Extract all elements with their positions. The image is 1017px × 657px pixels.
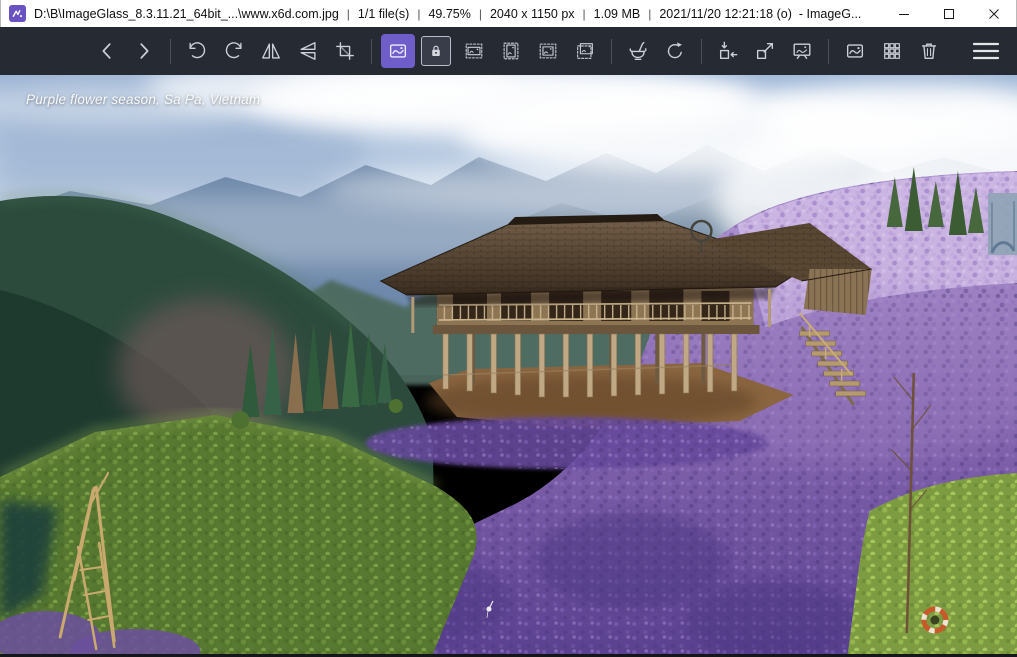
window-title: D:\B\ImageGlass_8.3.11.21_64bit_...\www.… xyxy=(34,7,861,21)
refresh-button[interactable] xyxy=(658,34,692,68)
rotate-right-button[interactable] xyxy=(217,34,251,68)
maximize-button[interactable] xyxy=(926,0,971,27)
auto-zoom-button[interactable] xyxy=(381,34,415,68)
crop-button[interactable] xyxy=(328,34,362,68)
full-screen-button[interactable] xyxy=(748,34,782,68)
toolbar xyxy=(0,27,1017,75)
toolbar-separator xyxy=(611,39,612,64)
scale-to-fill-button[interactable] xyxy=(568,34,602,68)
imageglass-window: D:\B\ImageGlass_8.3.11.21_64bit_...\www.… xyxy=(0,0,1017,657)
flip-vertical-button[interactable] xyxy=(291,34,325,68)
main-menu-button[interactable] xyxy=(969,34,1003,68)
toolbar-separator xyxy=(828,39,829,64)
thumbnail-bar-button[interactable] xyxy=(838,34,872,68)
rotate-left-button[interactable] xyxy=(180,34,214,68)
minimize-button[interactable] xyxy=(881,0,926,27)
title-app-name: - ImageG... xyxy=(799,7,862,21)
title-file-count: 1/1 file(s) xyxy=(358,7,409,21)
title-file-path: D:\B\ImageGlass_8.3.11.21_64bit_...\www.… xyxy=(34,7,339,21)
actual-size-button[interactable] xyxy=(711,34,745,68)
toolbar-separator xyxy=(371,39,372,64)
image-viewer[interactable]: Purple flower season, Sa Pa, Vietnam xyxy=(0,75,1017,657)
toolbar-separator xyxy=(701,39,702,64)
slideshow-button[interactable] xyxy=(785,34,819,68)
window-controls xyxy=(881,0,1016,27)
next-image-button[interactable] xyxy=(127,34,161,68)
scale-to-height-button[interactable] xyxy=(494,34,528,68)
close-button[interactable] xyxy=(971,0,1016,27)
previous-image-button[interactable] xyxy=(90,34,124,68)
title-dimensions: 2040 x 1150 px xyxy=(490,7,575,21)
edit-image-button[interactable] xyxy=(621,34,655,68)
scale-to-width-button[interactable] xyxy=(457,34,491,68)
title-bar[interactable]: D:\B\ImageGlass_8.3.11.21_64bit_...\www.… xyxy=(0,0,1017,27)
lock-zoom-button[interactable] xyxy=(421,36,451,66)
title-file-size: 1.09 MB xyxy=(594,7,641,21)
photo-caption: Purple flower season, Sa Pa, Vietnam xyxy=(26,92,260,107)
title-zoom-level: 49.75% xyxy=(428,7,470,21)
photo-sa-pa-illustration xyxy=(0,75,1017,654)
app-icon xyxy=(9,5,26,22)
checkerboard-background-button[interactable] xyxy=(875,34,909,68)
toolbar-separator xyxy=(170,39,171,64)
flip-horizontal-button[interactable] xyxy=(254,34,288,68)
scale-to-fit-button[interactable] xyxy=(531,34,565,68)
title-modified-date: 2021/11/20 12:21:18 (o) xyxy=(659,7,792,21)
delete-button[interactable] xyxy=(912,34,946,68)
